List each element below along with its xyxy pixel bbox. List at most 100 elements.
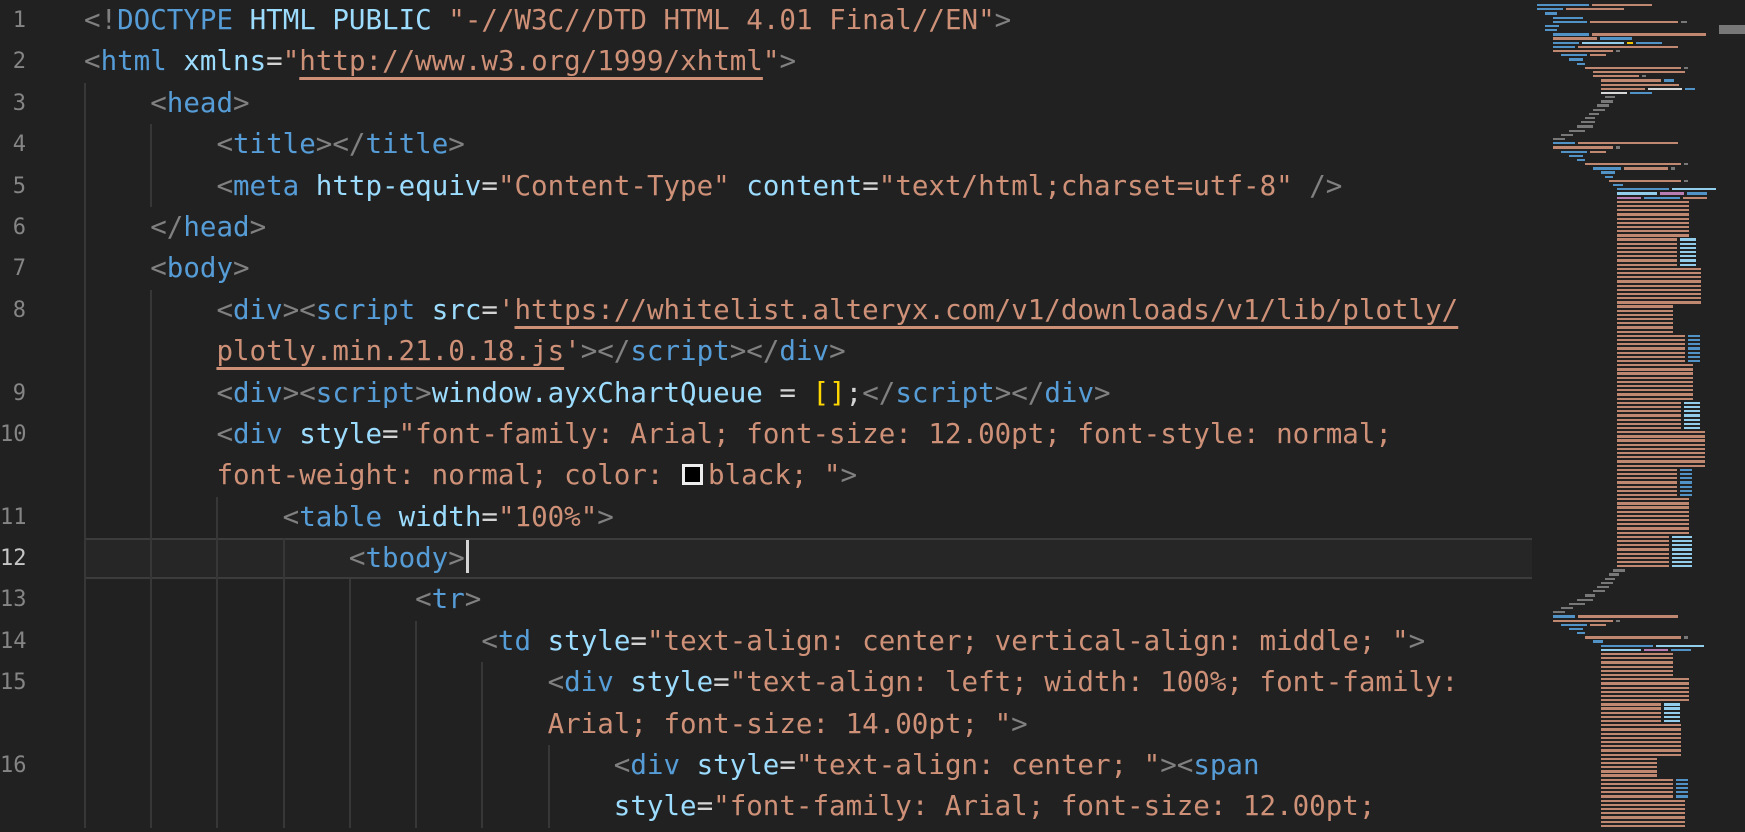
code-row[interactable]: <table width="100%"> [84, 496, 1532, 539]
code-line-text: <!DOCTYPE HTML PUBLIC "-//W3C//DTD HTML … [84, 0, 1532, 41]
syntax-token: < [216, 417, 233, 450]
syntax-token: style [630, 666, 714, 699]
syntax-token: = [779, 749, 796, 782]
code-row[interactable]: <div style="text-align: left; width: 100… [84, 662, 1532, 704]
syntax-token: = [266, 45, 283, 78]
syntax-token: div [630, 749, 681, 782]
syntax-token: < [547, 666, 565, 699]
syntax-token [730, 170, 747, 202]
code-row[interactable]: <title></title> [84, 124, 1532, 166]
code-row[interactable]: <meta http-equiv="Content-Type" content=… [84, 165, 1532, 207]
syntax-token [382, 501, 399, 533]
code-row[interactable]: <tr> [84, 579, 1532, 621]
syntax-token: " [282, 45, 300, 78]
code-row[interactable]: <head> [84, 82, 1532, 125]
line-number[interactable] [0, 786, 84, 827]
minimap[interactable] [1537, 3, 1719, 828]
line-number[interactable]: 16 [0, 745, 84, 786]
line-number[interactable]: 10 [0, 414, 84, 455]
syntax-token: > [282, 376, 300, 409]
code-row[interactable]: font-weight: normal; color: black; "> [84, 455, 1532, 497]
syntax-token: </ [597, 335, 631, 368]
syntax-token: black; " [708, 459, 841, 492]
url-link[interactable]: https://whitelist.alteryx.com/v1/downloa… [515, 294, 1459, 326]
syntax-token: html [100, 45, 167, 78]
code-row[interactable]: <td style="text-align: center; vertical-… [84, 620, 1532, 663]
gutter[interactable]: 12345678 9 10 11 12 13 14 15 16 [0, 0, 84, 828]
line-number[interactable]: 8 [0, 290, 84, 331]
syntax-token: "font-family: Arial; font-size: 12.00pt;… [398, 417, 1392, 450]
syntax-token: script [895, 376, 995, 409]
scrollbar-thumb[interactable] [1719, 25, 1745, 34]
code-area[interactable]: <!DOCTYPE HTML PUBLIC "-//W3C//DTD HTML … [84, 0, 1532, 828]
syntax-token: > [448, 128, 465, 161]
syntax-token: head [166, 86, 234, 119]
color-swatch[interactable] [682, 464, 704, 486]
line-number[interactable] [0, 455, 84, 496]
scrollbar[interactable] [1719, 0, 1745, 832]
code-row-current[interactable]: <tbody> [84, 538, 1532, 580]
syntax-token: > [249, 210, 267, 243]
syntax-token: > [233, 252, 250, 285]
code-line-text: Arial; font-size: 14.00pt; "> [84, 704, 1532, 745]
line-number[interactable]: 7 [0, 248, 84, 289]
syntax-token: ; [845, 376, 863, 409]
code-row[interactable]: <html xmlns="http://www.w3.org/1999/xhtm… [84, 41, 1532, 82]
syntax-token: div [233, 376, 283, 409]
code-row[interactable]: Arial; font-size: 14.00pt; "> [84, 703, 1532, 746]
code-line-text: <div><script src='https://whitelist.alte… [84, 290, 1532, 331]
syntax-token: </ [332, 128, 366, 161]
line-number[interactable]: 9 [0, 373, 84, 414]
code-row[interactable]: plotly.min.21.0.18.js'></script></div> [84, 331, 1532, 373]
syntax-token: = [382, 417, 399, 450]
code-row[interactable]: <div><script>window.ayxChartQueue = [];<… [84, 372, 1532, 414]
line-number[interactable]: 12 [0, 538, 84, 579]
url-link[interactable]: plotly.min.21.0.18.js [216, 335, 564, 367]
code-row[interactable]: <body> [84, 248, 1532, 290]
syntax-token: > [282, 293, 300, 326]
syntax-token: < [1176, 749, 1194, 782]
syntax-token: table [299, 500, 383, 533]
line-number[interactable]: 3 [0, 83, 84, 124]
syntax-token: > [448, 542, 465, 575]
line-number[interactable]: 14 [0, 621, 84, 662]
code-line-text: <head> [84, 83, 1532, 124]
line-number[interactable]: 15 [0, 662, 84, 703]
syntax-token: > [597, 500, 614, 533]
syntax-token: < [299, 376, 316, 409]
syntax-token: > [1011, 707, 1028, 740]
syntax-token: < [613, 749, 631, 782]
syntax-token: < [84, 45, 101, 78]
syntax-token: < [282, 500, 300, 533]
line-number[interactable]: 2 [0, 41, 84, 82]
syntax-token: > [729, 335, 747, 368]
line-number[interactable]: 13 [0, 579, 84, 620]
url-link[interactable]: http://www.w3.org/1999/xhtml [299, 45, 763, 77]
syntax-token: style [547, 624, 631, 657]
code-row[interactable]: <!DOCTYPE HTML PUBLIC "-//W3C//DTD HTML … [84, 0, 1532, 41]
line-number[interactable]: 11 [0, 497, 84, 538]
code-line-text: plotly.min.21.0.18.js'></script></div> [84, 331, 1532, 372]
syntax-token: ' [564, 335, 581, 368]
code-row[interactable]: style="font-family: Arial; font-size: 12… [84, 786, 1532, 828]
code-row[interactable]: <div style="font-family: Arial; font-siz… [84, 413, 1532, 456]
minimap-line [1537, 824, 1719, 828]
syntax-token: < [216, 128, 233, 161]
syntax-token [763, 377, 780, 409]
syntax-token: body [166, 252, 234, 285]
line-number[interactable]: 6 [0, 207, 84, 248]
code-row[interactable]: <div style="text-align: center; "><span [84, 745, 1532, 787]
syntax-token: > [580, 335, 598, 368]
code-line-text: <div style="text-align: center; "><span [84, 745, 1532, 786]
code-row[interactable]: </head> [84, 206, 1532, 249]
syntax-token: > [415, 376, 432, 409]
syntax-token: tbody [365, 542, 449, 575]
line-number[interactable]: 4 [0, 124, 84, 165]
line-number[interactable] [0, 704, 84, 745]
line-number[interactable]: 1 [0, 0, 84, 41]
line-number[interactable] [0, 331, 84, 372]
syntax-token: = [779, 376, 796, 409]
code-row[interactable]: <div><script src='https://whitelist.alte… [84, 289, 1532, 332]
syntax-token: </ [746, 335, 780, 368]
line-number[interactable]: 5 [0, 166, 84, 207]
